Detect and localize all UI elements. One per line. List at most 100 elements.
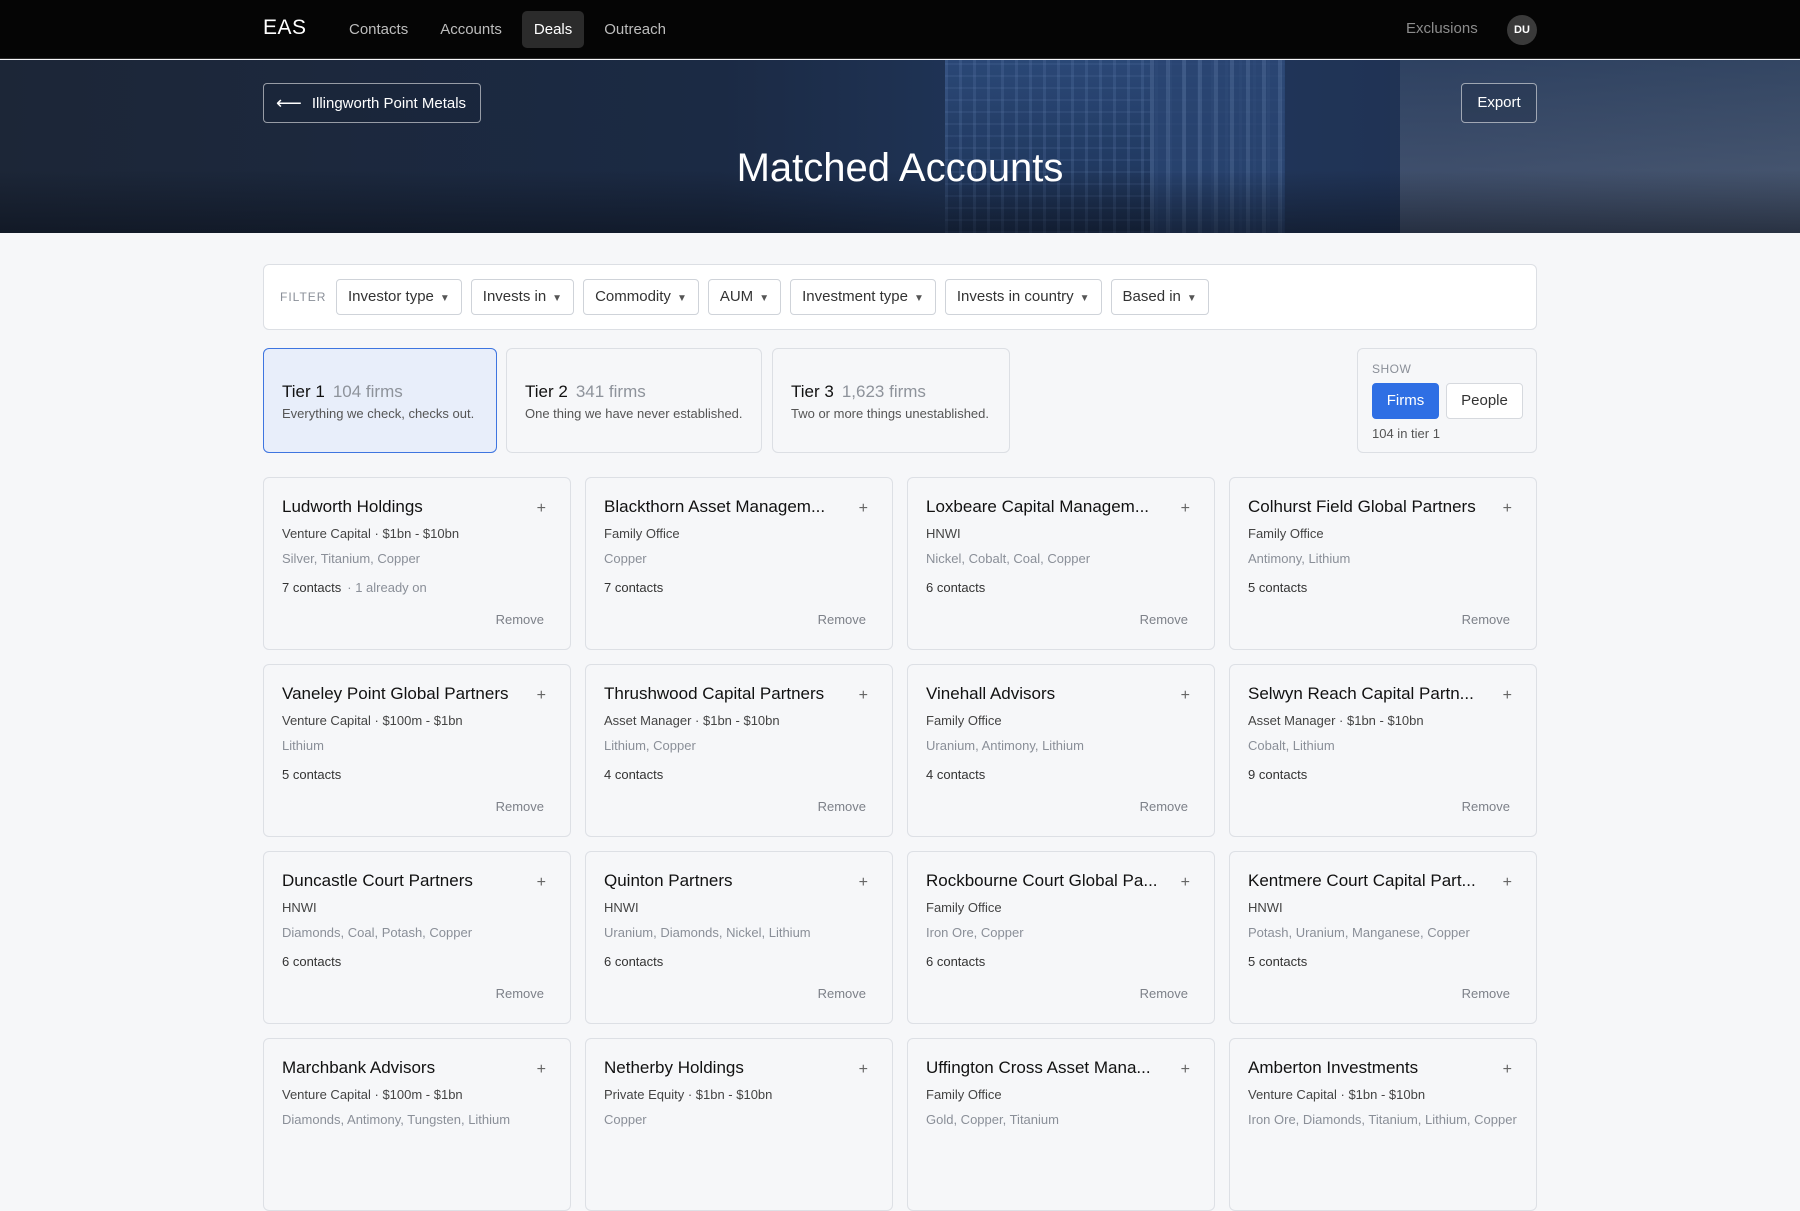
contacts-count: 5 contacts	[1248, 580, 1308, 595]
tier-3-tab[interactable]: Tier 3 1,623 firms Two or more things une…	[772, 348, 1010, 453]
filter-investment-type[interactable]: Investment type ▼	[790, 279, 936, 315]
add-account-icon[interactable]: +	[1503, 687, 1512, 705]
export-button[interactable]: Export	[1461, 83, 1537, 123]
show-people-toggle[interactable]: People	[1446, 383, 1523, 419]
account-name[interactable]: Amberton Investments	[1248, 1058, 1488, 1078]
account-card[interactable]: Selwyn Reach Capital Partn... + Asset Mana…	[1229, 664, 1537, 837]
nav-exclusions[interactable]: Exclusions	[1406, 20, 1478, 37]
account-commodities: Lithium	[282, 738, 324, 753]
back-to-deal-button[interactable]: ⟵ Illingworth Point Metals	[263, 83, 482, 123]
account-card[interactable]: Colhurst Field Global Partners + Family Of…	[1229, 477, 1537, 650]
show-firms-toggle[interactable]: Firms	[1372, 383, 1439, 419]
tier-1-tab[interactable]: Tier 1 104 firms Everything we check, che…	[263, 348, 497, 453]
account-name[interactable]: Quinton Partners	[604, 871, 844, 891]
remove-account-button[interactable]: Remove	[818, 986, 866, 1001]
filter-investor-type[interactable]: Investor type ▼	[336, 279, 462, 315]
nav-contacts[interactable]: Contacts	[337, 11, 420, 48]
account-name[interactable]: Kentmere Court Capital Part...	[1248, 871, 1488, 891]
remove-account-button[interactable]: Remove	[1140, 799, 1188, 814]
account-name[interactable]: Colhurst Field Global Partners	[1248, 497, 1488, 517]
remove-account-button[interactable]: Remove	[1140, 986, 1188, 1001]
remove-account-button[interactable]: Remove	[1140, 612, 1188, 627]
add-account-icon[interactable]: +	[1181, 500, 1190, 518]
filter-commodity[interactable]: Commodity ▼	[583, 279, 699, 315]
page-title: Matched Accounts	[736, 146, 1064, 190]
account-card[interactable]: Kentmere Court Capital Part... + HNWI Potas…	[1229, 851, 1537, 1024]
filter-based-in[interactable]: Based in ▼	[1110, 279, 1209, 315]
filter-based-in-label: Based in	[1122, 288, 1181, 305]
show-count: 104 in tier 1	[1372, 426, 1440, 441]
remove-account-button[interactable]: Remove	[818, 612, 866, 627]
account-contacts: 5 contacts	[1248, 580, 1307, 595]
account-name[interactable]: Duncastle Court Partners	[282, 871, 522, 891]
account-name[interactable]: Netherby Holdings	[604, 1058, 844, 1078]
tier-description: One thing we have never established.	[525, 406, 743, 421]
add-account-icon[interactable]: +	[1181, 1061, 1190, 1079]
remove-account-button[interactable]: Remove	[496, 986, 544, 1001]
nav-outreach[interactable]: Outreach	[592, 11, 678, 48]
account-name[interactable]: Vinehall Advisors	[926, 684, 1166, 704]
account-card[interactable]: Blackthorn Asset Managem... + Family Offic…	[585, 477, 893, 650]
account-card[interactable]: Duncastle Court Partners + HNWI Diamonds, C…	[263, 851, 571, 1024]
add-account-icon[interactable]: +	[1503, 874, 1512, 892]
add-account-icon[interactable]: +	[1503, 1061, 1512, 1079]
account-name[interactable]: Marchbank Advisors	[282, 1058, 522, 1078]
account-name[interactable]: Blackthorn Asset Managem...	[604, 497, 844, 517]
add-account-icon[interactable]: +	[859, 874, 868, 892]
nav-accounts[interactable]: Accounts	[428, 11, 514, 48]
add-account-icon[interactable]: +	[1181, 687, 1190, 705]
add-account-icon[interactable]: +	[1503, 500, 1512, 518]
remove-account-button[interactable]: Remove	[1462, 799, 1510, 814]
filter-invests-in-label: Invests in	[482, 288, 547, 305]
account-contacts: 7 contacts	[604, 580, 663, 595]
add-account-icon[interactable]: +	[859, 1061, 868, 1079]
filter-invests-in-country[interactable]: Invests in country ▼	[944, 279, 1102, 315]
filter-invests-in[interactable]: Invests in ▼	[470, 279, 575, 315]
add-account-icon[interactable]: +	[537, 500, 546, 518]
remove-account-button[interactable]: Remove	[1462, 986, 1510, 1001]
account-investor-type: Venture Capital · $100m - $1bn	[282, 713, 463, 728]
filter-aum[interactable]: AUM ▼	[707, 279, 782, 315]
account-name[interactable]: Ludworth Holdings	[282, 497, 522, 517]
account-card[interactable]: Rockbourne Court Global Pa... + Family Off…	[907, 851, 1215, 1024]
caret-down-icon: ▼	[759, 293, 770, 304]
account-contacts: 6 contacts	[926, 954, 985, 969]
add-account-icon[interactable]: +	[537, 1061, 546, 1079]
remove-account-button[interactable]: Remove	[496, 612, 544, 627]
account-card[interactable]: Quinton Partners + HNWI Uranium, Diamonds, …	[585, 851, 893, 1024]
remove-account-button[interactable]: Remove	[818, 799, 866, 814]
account-name[interactable]: Rockbourne Court Global Pa...	[926, 871, 1166, 891]
add-account-icon[interactable]: +	[1181, 874, 1190, 892]
filter-commodity-label: Commodity	[595, 288, 671, 305]
account-name[interactable]: Selwyn Reach Capital Partn...	[1248, 684, 1488, 704]
contacts-count: 7 contacts	[282, 580, 342, 595]
nav-deals[interactable]: Deals	[521, 11, 585, 48]
remove-account-button[interactable]: Remove	[496, 799, 544, 814]
account-card[interactable]: Loxbeare Capital Managem... + HNWI Nickel, …	[907, 477, 1215, 650]
add-account-icon[interactable]: +	[859, 500, 868, 518]
add-account-icon[interactable]: +	[537, 874, 546, 892]
account-name[interactable]: Uffington Cross Asset Mana...	[926, 1058, 1166, 1078]
tier-name: Tier 2	[525, 382, 568, 401]
account-name[interactable]: Vaneley Point Global Partners	[282, 684, 522, 704]
remove-account-button[interactable]: Remove	[1462, 612, 1510, 627]
contacts-count: 6 contacts	[926, 954, 986, 969]
tier-name: Tier 1	[282, 382, 325, 401]
account-card[interactable]: Vaneley Point Global Partners + Venture Ca…	[263, 664, 571, 837]
caret-down-icon: ▼	[1079, 293, 1090, 304]
account-card[interactable]: Ludworth Holdings + Venture Capital · $1bn…	[263, 477, 571, 650]
account-investor-type: Asset Manager · $1bn - $10bn	[604, 713, 780, 728]
user-avatar[interactable]: DU	[1507, 15, 1537, 45]
caret-down-icon: ▼	[439, 293, 450, 304]
brand-logo[interactable]: EAS	[263, 16, 307, 40]
account-card[interactable]: Vinehall Advisors + Family Office Uranium, …	[907, 664, 1215, 837]
tier-2-tab[interactable]: Tier 2 341 firms One thing we have never …	[506, 348, 762, 453]
add-account-icon[interactable]: +	[859, 687, 868, 705]
account-investor-type: Family Office	[1248, 526, 1324, 541]
account-card[interactable]: Thrushwood Capital Partners + Asset Manage…	[585, 664, 893, 837]
add-account-icon[interactable]: +	[537, 687, 546, 705]
account-name[interactable]: Loxbeare Capital Managem...	[926, 497, 1166, 517]
account-investor-type: Family Office	[604, 526, 680, 541]
account-name[interactable]: Thrushwood Capital Partners	[604, 684, 844, 704]
tier-count: 341 firms	[575, 382, 646, 401]
